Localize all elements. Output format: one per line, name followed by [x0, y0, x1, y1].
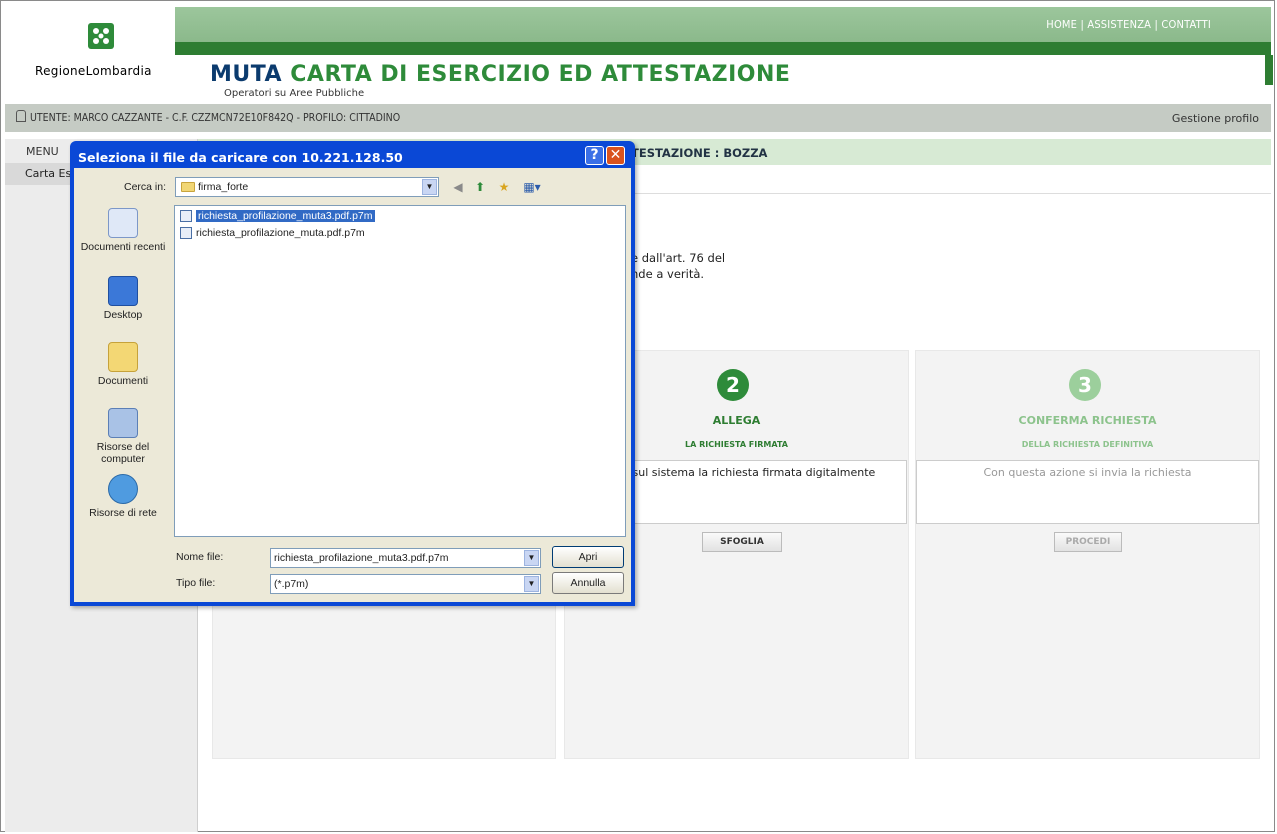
step-subtitle-conferma: DELLA RICHIESTA DEFINITIVA — [1021, 440, 1154, 449]
link-separator: | — [1154, 18, 1159, 31]
open-button[interactable]: Apri — [552, 546, 624, 568]
step-number-3: 3 — [1069, 369, 1101, 401]
header-right-edge — [1265, 55, 1273, 85]
place-documents[interactable]: Documenti — [78, 342, 168, 387]
step-panel-3 — [915, 350, 1260, 759]
place-label: Risorse di rete — [89, 507, 157, 519]
place-network[interactable]: Risorse di rete — [78, 474, 168, 519]
place-desktop[interactable]: Desktop — [78, 276, 168, 321]
place-computer[interactable]: Risorse del computer — [78, 408, 168, 465]
menu-label: MENU — [26, 145, 59, 158]
up-folder-icon[interactable]: ⬆ — [472, 179, 488, 195]
rosa-camuna-logo-icon — [88, 23, 114, 49]
file-icon — [180, 227, 192, 239]
file-icon — [180, 210, 192, 222]
contatti-link[interactable]: CONTATTI — [1161, 18, 1211, 31]
view-menu-icon[interactable]: ▦▾ — [520, 179, 544, 195]
network-globe-icon — [108, 474, 138, 504]
declaration-line-2: nde a verità. — [631, 267, 705, 281]
title-muta: MUTA — [210, 62, 283, 87]
step-number-2: 2 — [717, 369, 749, 401]
declaration-line-1: e dall'art. 76 del — [631, 251, 726, 265]
sidebar-item-label: Carta Es — [25, 167, 72, 180]
filetype-label: Tipo file: — [176, 577, 216, 589]
user-info: UTENTE: MARCO CAZZANTE - C.F. CZZMCN72E1… — [30, 112, 401, 124]
dialog-title: Seleziona il file da caricare con 10.221… — [78, 150, 403, 165]
chevron-down-icon[interactable]: ▼ — [524, 576, 539, 592]
place-recent[interactable]: Documenti recenti — [78, 208, 168, 253]
filename-label: Nome file: — [176, 551, 224, 563]
page-subtitle: Operatori su Aree Pubbliche — [224, 88, 365, 99]
title-main: CARTA DI ESERCIZIO ED ATTESTAZIONE — [290, 62, 791, 87]
chevron-down-icon[interactable]: ▼ — [524, 550, 539, 566]
filetype-value: (*.p7m) — [274, 578, 309, 590]
close-button[interactable]: ✕ — [606, 146, 625, 165]
logo[interactable]: RegioneLombardia — [5, 7, 175, 87]
file-name: richiesta_profilazione_muta3.pdf.p7m — [196, 210, 375, 222]
recent-documents-icon — [108, 208, 138, 238]
gestione-profilo-link[interactable]: Gestione profilo — [1172, 112, 1259, 125]
header-green-strip — [5, 42, 1271, 55]
back-icon[interactable]: ◀ — [450, 179, 466, 195]
filename-value: richiesta_profilazione_muta3.pdf.p7m — [274, 552, 449, 564]
new-folder-icon[interactable]: ★ — [496, 179, 512, 195]
folder-icon — [181, 182, 195, 192]
filename-input[interactable]: richiesta_profilazione_muta3.pdf.p7m ▼ — [270, 548, 541, 568]
filetype-select[interactable]: (*.p7m) ▼ — [270, 574, 541, 594]
documents-folder-icon — [108, 342, 138, 372]
place-label: Desktop — [103, 309, 143, 321]
lookin-dropdown[interactable]: firma_forte ▼ — [175, 177, 439, 197]
list-item[interactable]: richiesta_profilazione_muta3.pdf.p7m — [178, 209, 375, 223]
lookin-label: Cerca in: — [124, 181, 167, 193]
top-links: HOME | ASSISTENZA | CONTATTI — [1046, 18, 1211, 31]
file-name: richiesta_profilazione_muta.pdf.p7m — [196, 227, 365, 239]
step-title-conferma: CONFERMA RICHIESTA — [1018, 414, 1157, 427]
file-list[interactable]: richiesta_profilazione_muta3.pdf.p7m ric… — [174, 205, 626, 537]
link-separator: | — [1080, 18, 1085, 31]
user-icon — [16, 110, 26, 122]
place-label: Risorse del computer — [96, 441, 150, 465]
place-label: Documenti recenti — [80, 241, 166, 253]
help-button[interactable]: ? — [585, 146, 604, 165]
places-bar: Documenti recenti Desktop Documenti Riso… — [78, 204, 168, 534]
logo-text: RegioneLombardia — [35, 64, 152, 78]
status-text: TESTAZIONE : BOZZA — [631, 146, 768, 160]
desktop-icon — [108, 276, 138, 306]
chevron-down-icon[interactable]: ▼ — [422, 179, 437, 195]
page-title: MUTA CARTA DI ESERCIZIO ED ATTESTAZIONE — [210, 62, 790, 87]
assistenza-link[interactable]: ASSISTENZA — [1087, 18, 1151, 31]
cancel-button[interactable]: Annulla — [552, 572, 624, 594]
list-item[interactable]: richiesta_profilazione_muta.pdf.p7m — [178, 226, 365, 240]
place-label: Documenti — [97, 375, 149, 387]
procedi-button[interactable]: PROCEDI — [1054, 532, 1122, 552]
computer-icon — [108, 408, 138, 438]
lookin-value: firma_forte — [198, 181, 249, 193]
declaration-text: e dall'art. 76 del nde a verità. — [631, 250, 725, 282]
home-link[interactable]: HOME — [1046, 18, 1077, 31]
step-description-conferma: Con questa azione si invia la richiesta — [916, 460, 1259, 524]
sfoglia-button[interactable]: SFOGLIA — [702, 532, 782, 552]
